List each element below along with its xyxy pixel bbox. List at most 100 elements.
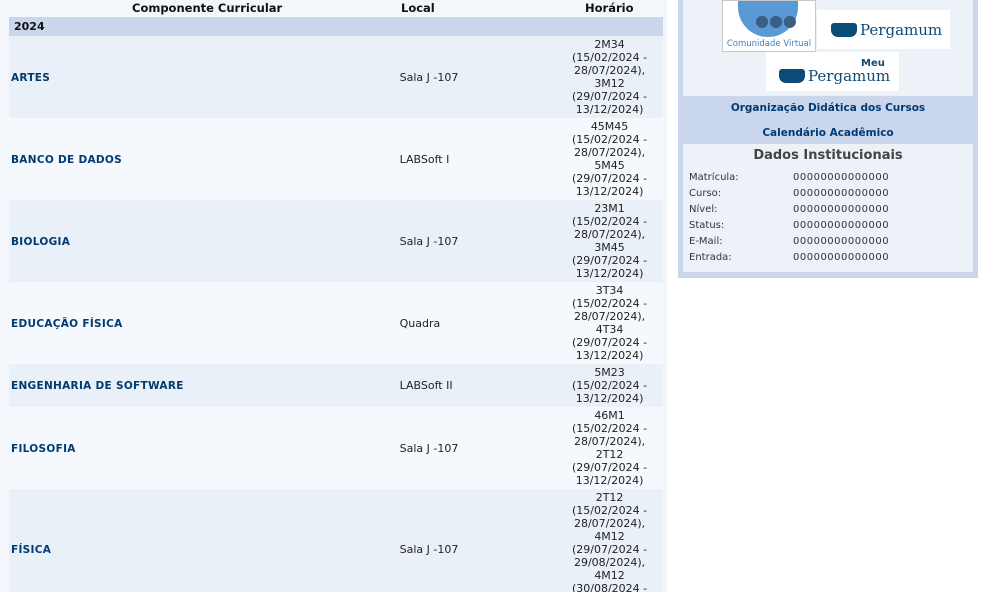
meu-pergamum-link[interactable]: Meu Pergamum [766, 52, 899, 91]
table-row: ARTES Sala J -107 2M34 (15/02/2024 -28/07/2… [9, 36, 663, 118]
table-row: ENGENHARIA DE SOFTWARE LABSoft II 5M23 (15/… [9, 364, 663, 407]
local-cell: Sala J -107 [399, 200, 557, 282]
table-row: FILOSOFIA Sala J -107 46M1 (15/02/2024 -28/… [9, 407, 663, 489]
year-group-header: 2024 [9, 17, 663, 36]
logos-area: ●●● Comunidade Virtual Pergamum Meu Perg… [683, 0, 973, 96]
comunidade-virtual-link[interactable]: ●●● Comunidade Virtual [722, 0, 816, 52]
componente-link[interactable]: ENGENHARIA DE SOFTWARE [11, 380, 184, 392]
calendario-academico-link[interactable]: Calendário Acadêmico [678, 127, 978, 139]
componente-cell: FÍSICA [9, 489, 400, 592]
horario-cell: 46M1 (15/02/2024 -28/07/2024), 2T12 (29/07/… [556, 407, 663, 489]
horario-line: 46M1 [594, 409, 625, 422]
local-cell: Quadra [399, 282, 557, 364]
dados-institucionais-title: Dados Institucionais [753, 148, 903, 163]
horario-line: 13/12/2024) [575, 267, 644, 280]
componente-cell: EDUCAÇÃO FÍSICA [9, 282, 400, 364]
horario-line: (30/08/2024 - [571, 582, 648, 592]
horario-line: 4M12 [594, 530, 625, 543]
horario-line: 4M12 [594, 569, 625, 582]
dados-row: Curso: 00000000000000 [689, 188, 969, 202]
turmas-panel: Componente Curricular Local Horário 2024… [0, 0, 667, 592]
dados-label: Curso: [689, 188, 722, 199]
horario-line: 3T34 [595, 284, 624, 297]
header-componente: Componente Curricular [132, 1, 283, 15]
horario-line: (15/02/2024 - [571, 297, 648, 310]
dados-value: 00000000000000 [793, 204, 890, 215]
componente-link[interactable]: BANCO DE DADOS [11, 154, 122, 166]
horario-cell: 5M23 (15/02/2024 -13/12/2024) [556, 364, 663, 407]
table-header: Componente Curricular Local Horário [0, 0, 667, 17]
header-local: Local [401, 1, 435, 15]
dados-value: 00000000000000 [793, 188, 890, 199]
horario-cell: 23M1 (15/02/2024 -28/07/2024), 3M45 (29/07/… [556, 200, 663, 282]
horario-line: 3M45 [594, 241, 625, 254]
dados-institucionais-box: Dados Institucionais Matrícula: 000000000… [683, 144, 973, 272]
componente-cell: ENGENHARIA DE SOFTWARE [9, 364, 400, 407]
horario-line: 28/07/2024), [573, 228, 646, 241]
sidebar-panel: ●●● Comunidade Virtual Pergamum Meu Perg… [678, 0, 978, 278]
horario-line: (29/07/2024 - [571, 90, 648, 103]
dados-label: E-Mail: [689, 236, 723, 247]
horario-line: (29/07/2024 - [571, 543, 648, 556]
horario-line: 28/07/2024), [573, 435, 646, 448]
horario-line: 45M45 [590, 120, 629, 133]
horario-line: (15/02/2024 - [571, 422, 648, 435]
horario-line: 13/12/2024) [575, 349, 644, 362]
horario-line: 29/08/2024), [573, 556, 646, 569]
pergamum-logo-icon [831, 23, 857, 37]
horario-line: (29/07/2024 - [571, 254, 648, 267]
horario-line: 5M45 [594, 159, 625, 172]
horario-line: (15/02/2024 - [571, 504, 648, 517]
horario-cell: 2M34 (15/02/2024 -28/07/2024), 3M12 (29/07/… [556, 36, 663, 118]
dados-row: Entrada: 00000000000000 [689, 252, 969, 266]
pergamum-link[interactable]: Pergamum [817, 10, 950, 49]
dados-label: Nível: [689, 204, 718, 215]
horario-line: 13/12/2024) [575, 392, 644, 405]
componente-link[interactable]: EDUCAÇÃO FÍSICA [11, 318, 123, 330]
componente-link[interactable]: FILOSOFIA [11, 443, 76, 455]
horario-line: 2T12 [595, 448, 624, 461]
dados-row: Matrícula: 00000000000000 [689, 172, 969, 186]
horario-line: (15/02/2024 - [571, 379, 648, 392]
componente-cell: BANCO DE DADOS [9, 118, 400, 200]
horario-line: 2M34 [594, 38, 625, 51]
horario-cell: 3T34 (15/02/2024 -28/07/2024), 4T34 (29/07/… [556, 282, 663, 364]
horario-line: 13/12/2024) [575, 474, 644, 487]
dados-row: Status: 00000000000000 [689, 220, 969, 234]
local-cell: LABSoft I [399, 118, 557, 200]
comunidade-virtual-label: Comunidade Virtual [726, 39, 812, 49]
horario-line: 23M1 [594, 202, 625, 215]
horario-line: 28/07/2024), [573, 64, 646, 77]
componente-cell: ARTES [9, 36, 400, 118]
local-cell: LABSoft II [399, 364, 557, 407]
horario-line: 3M12 [594, 77, 625, 90]
componente-link[interactable]: ARTES [11, 72, 50, 84]
horario-line: 5M23 [594, 366, 625, 379]
horario-cell: 45M45 (15/02/2024 -28/07/2024), 5M45 (29/07… [556, 118, 663, 200]
horario-line: (29/07/2024 - [571, 172, 648, 185]
turmas-table: ARTES Sala J -107 2M34 (15/02/2024 -28/07/2… [9, 36, 663, 592]
horario-line: (15/02/2024 - [571, 51, 648, 64]
horario-line: 2T12 [595, 491, 624, 504]
dados-row: Nível: 00000000000000 [689, 204, 969, 218]
dados-value: 00000000000000 [793, 236, 890, 247]
horario-line: 4T34 [595, 323, 624, 336]
horario-line: (29/07/2024 - [571, 336, 648, 349]
horario-cell: 2T12 (15/02/2024 -28/07/2024), 4M12 (29/07/… [556, 489, 663, 592]
dados-label: Status: [689, 220, 725, 231]
local-cell: Sala J -107 [399, 489, 557, 592]
horario-line: 28/07/2024), [573, 310, 646, 323]
horario-line: 28/07/2024), [573, 146, 646, 159]
organizacao-didatica-link[interactable]: Organização Didática dos Cursos [678, 102, 978, 114]
dados-row: E-Mail: 00000000000000 [689, 236, 969, 250]
componente-cell: BIOLOGIA [9, 200, 400, 282]
horario-line: (15/02/2024 - [571, 133, 648, 146]
horario-line: (29/07/2024 - [571, 461, 648, 474]
local-cell: Sala J -107 [399, 407, 557, 489]
componente-link[interactable]: BIOLOGIA [11, 236, 70, 248]
componente-link[interactable]: FÍSICA [11, 544, 51, 556]
meu-pergamum-label: Pergamum [808, 67, 891, 85]
table-row: FÍSICA Sala J -107 2T12 (15/02/2024 -28/07/… [9, 489, 663, 592]
local-cell: Sala J -107 [399, 36, 557, 118]
dados-value: 00000000000000 [793, 172, 890, 183]
